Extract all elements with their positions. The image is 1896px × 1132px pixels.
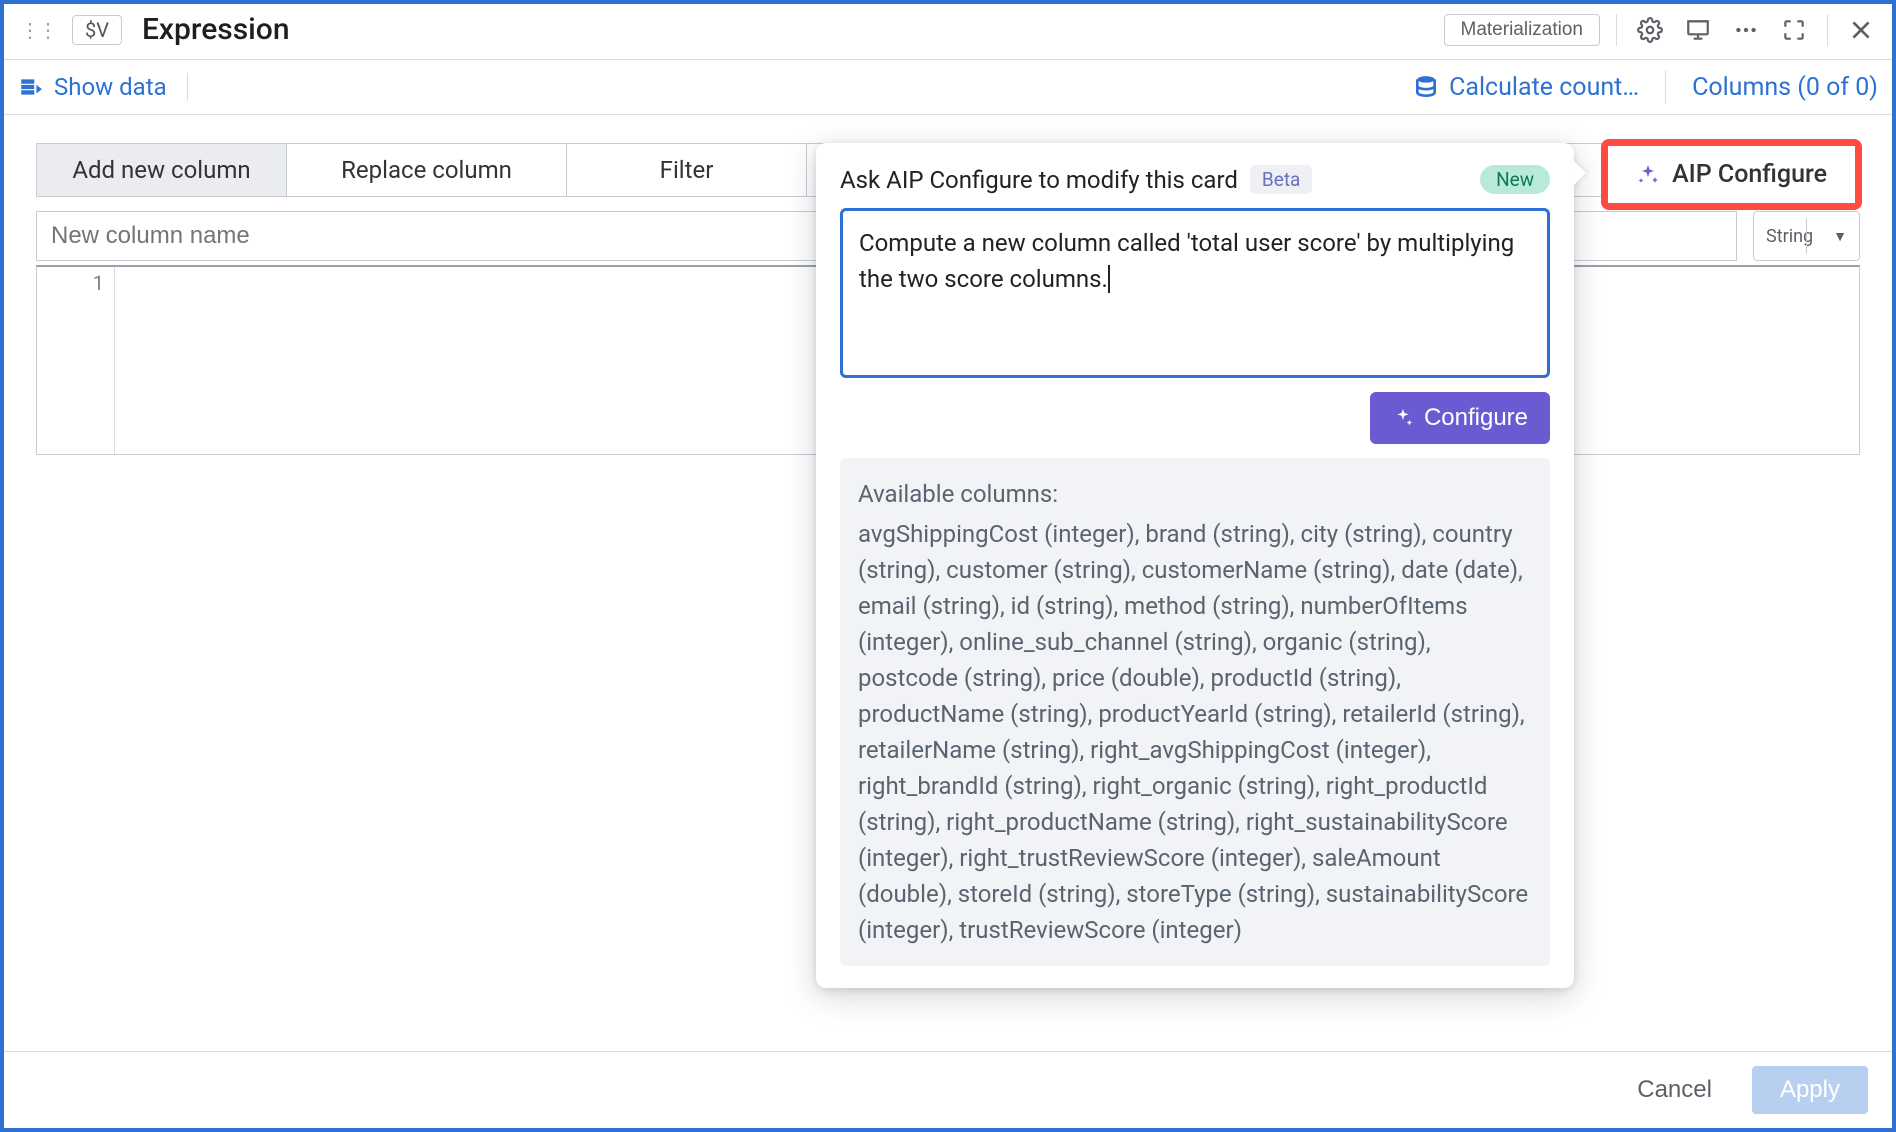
aip-configure-highlight: AIP Configure [1601,139,1862,210]
gear-icon[interactable] [1633,13,1667,47]
available-columns-list: avgShippingCost (integer), brand (string… [858,516,1532,948]
sparkle-icon [1392,407,1414,429]
tab-replace-column[interactable]: Replace column [287,144,567,196]
chevron-down-icon: ▼ [1833,228,1847,245]
materialization-button[interactable]: Materialization [1444,14,1601,46]
more-icon[interactable] [1729,13,1763,47]
aip-prompt-text: Compute a new column called 'total user … [859,229,1514,293]
show-data-button[interactable]: Show data [18,73,188,101]
separator [1827,14,1828,46]
available-columns-box: Available columns: avgShippingCost (inte… [840,458,1550,966]
expression-card: ⋮⋮ $V Expression Materialization Show da… [0,0,1896,1132]
main-area: Add new column Replace column Filter Str… [4,115,1892,1051]
popover-title: Ask AIP Configure to modify this card [840,166,1238,194]
show-data-label: Show data [54,73,167,101]
aip-configure-label: AIP Configure [1672,160,1827,189]
separator [1665,70,1666,104]
apply-button[interactable]: Apply [1752,1066,1868,1114]
presentation-icon[interactable] [1681,13,1715,47]
popover-header: Ask AIP Configure to modify this card Be… [840,165,1550,194]
tab-add-new-column[interactable]: Add new column [37,144,287,196]
text-cursor: ​ [1108,265,1110,293]
footer: Cancel Apply [4,1051,1892,1128]
aip-prompt-input[interactable]: Compute a new column called 'total user … [840,208,1550,378]
beta-badge: Beta [1250,165,1312,194]
new-badge: New [1480,165,1550,194]
configure-button[interactable]: Configure [1370,392,1550,444]
drag-handle-icon[interactable]: ⋮⋮ [18,16,58,44]
separator [1616,14,1617,46]
line-number: 1 [37,267,115,454]
aip-configure-button[interactable]: AIP Configure [1608,146,1855,203]
cancel-button[interactable]: Cancel [1615,1066,1734,1114]
close-icon[interactable] [1844,13,1878,47]
aip-popover: Ask AIP Configure to modify this card Be… [816,143,1574,988]
calculate-counts-button[interactable]: Calculate count… [1413,73,1639,102]
columns-button[interactable]: Columns (0 of 0) [1692,73,1878,102]
configure-label: Configure [1424,404,1528,432]
column-type-label: String [1766,226,1813,247]
var-chip[interactable]: $V [72,15,122,45]
columns-label: Columns (0 of 0) [1692,73,1878,102]
top-header: ⋮⋮ $V Expression Materialization [4,4,1892,60]
card-title: Expression [142,12,290,47]
tab-filter[interactable]: Filter [567,144,807,196]
popover-actions: Configure [840,392,1550,444]
column-type-select[interactable]: String ▼ [1753,211,1860,261]
calculate-counts-label: Calculate count… [1449,73,1639,102]
sub-header: Show data Calculate count… Columns (0 of… [4,60,1892,115]
sparkle-icon [1636,163,1660,187]
available-columns-label: Available columns: [858,476,1532,512]
expand-icon[interactable] [1777,13,1811,47]
